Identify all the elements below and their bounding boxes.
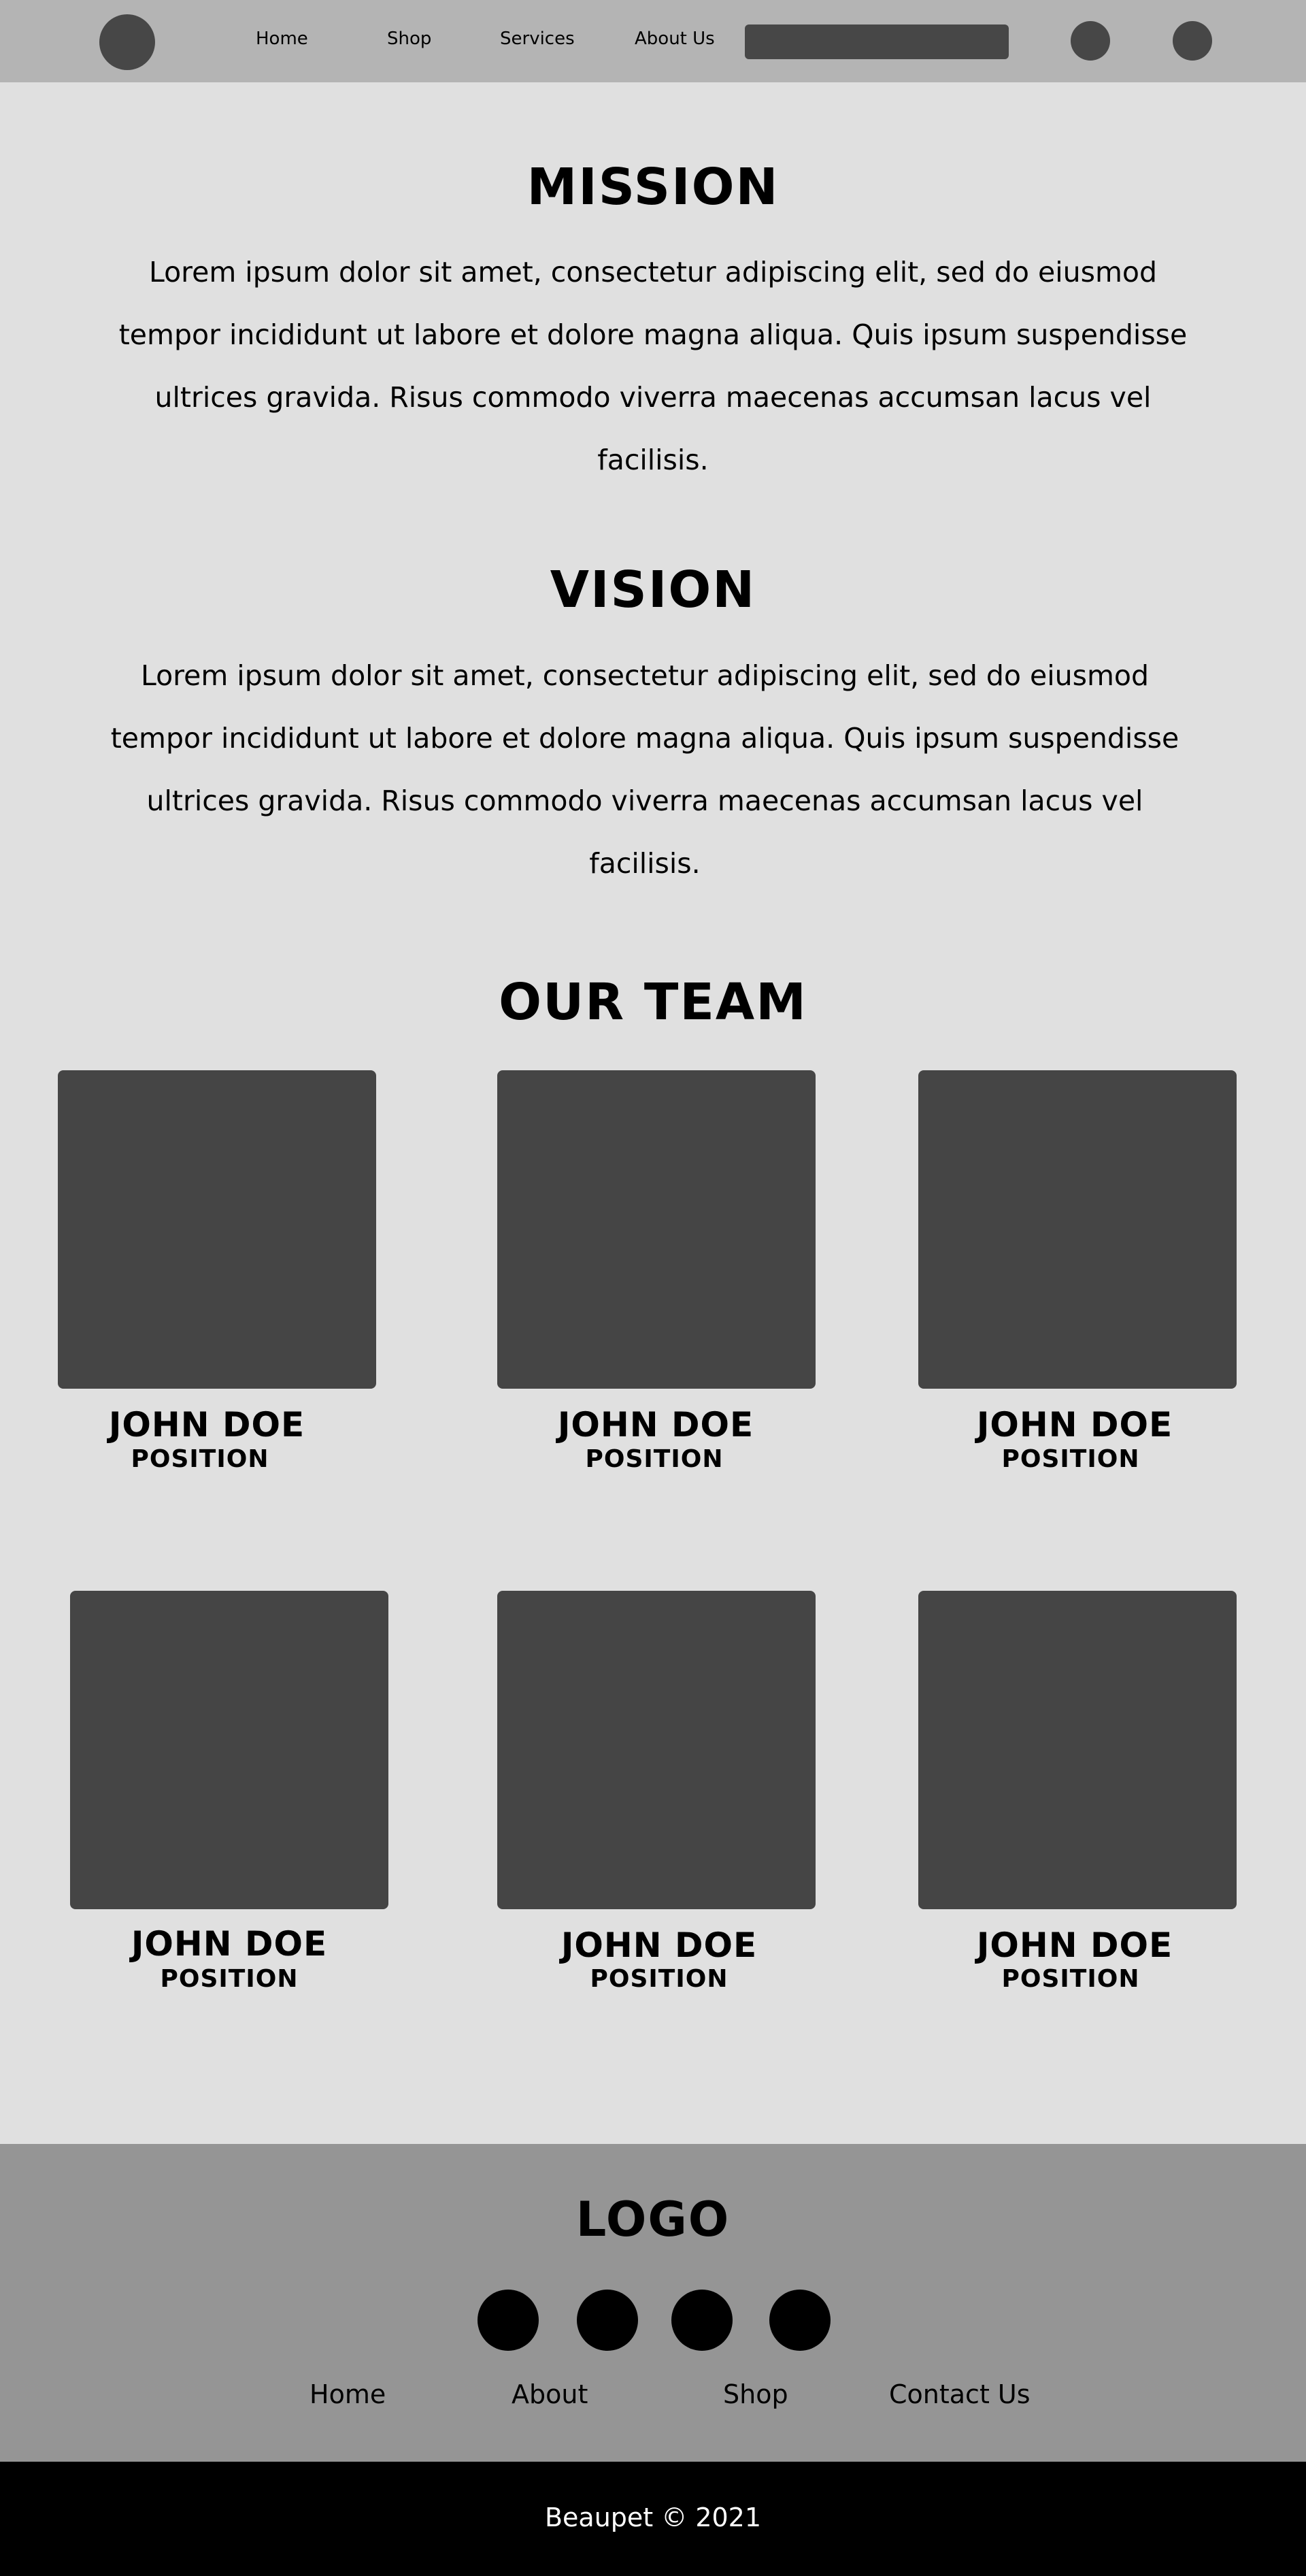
mission-title: MISSION: [526, 158, 780, 216]
copyright-bar: Beaupet © 2021: [0, 2462, 1306, 2576]
logo-circle-icon[interactable]: [99, 14, 155, 70]
team-title: OUR TEAM: [499, 973, 807, 1031]
member-position: POSITION: [590, 1965, 729, 1993]
footer-logo: LOGO: [575, 2192, 731, 2247]
vision-text: Lorem ipsum dolor sit amet, consectetur …: [110, 659, 1179, 880]
nav-shop[interactable]: Shop: [387, 29, 431, 49]
member-name: JOHN DOE: [131, 1924, 328, 1964]
vision-title: VISION: [550, 561, 756, 619]
member-photo: [497, 1070, 816, 1389]
social-icon-1[interactable]: [478, 2290, 539, 2351]
nav-services[interactable]: Services: [500, 29, 575, 49]
copyright-text: Beaupet © 2021: [544, 2503, 762, 2532]
member-photo: [918, 1070, 1237, 1389]
footer-link-about[interactable]: About: [512, 2379, 588, 2409]
member-name: JOHN DOE: [557, 1405, 754, 1444]
social-icon-4[interactable]: [769, 2290, 831, 2351]
member-photo: [497, 1591, 816, 1909]
member-position: POSITION: [160, 1965, 299, 1993]
social-icon-3[interactable]: [671, 2290, 733, 2351]
nav-about-us[interactable]: About Us: [635, 29, 715, 49]
member-name: JOHN DOE: [560, 1926, 758, 1965]
mission-text: Lorem ipsum dolor sit amet, consectetur …: [118, 256, 1188, 476]
member-position: POSITION: [1001, 1965, 1140, 1993]
search-input[interactable]: [745, 24, 1009, 59]
header-circle-icon-2[interactable]: [1173, 21, 1212, 61]
site-footer: LOGO Home About Shop Contact Us: [0, 2144, 1306, 2462]
member-photo: [58, 1070, 376, 1389]
member-photo: [70, 1591, 388, 1909]
member-position: POSITION: [1001, 1445, 1140, 1473]
member-name: JOHN DOE: [976, 1926, 1173, 1965]
site-header: Home Shop Services About Us: [0, 0, 1306, 82]
social-icon-2[interactable]: [577, 2290, 638, 2351]
header-circle-icon-1[interactable]: [1071, 21, 1110, 61]
footer-link-home[interactable]: Home: [309, 2379, 386, 2409]
member-photo: [918, 1591, 1237, 1909]
footer-link-contact-us[interactable]: Contact Us: [889, 2379, 1031, 2409]
nav-home[interactable]: Home: [256, 29, 308, 49]
member-position: POSITION: [131, 1445, 269, 1473]
footer-link-shop[interactable]: Shop: [723, 2379, 788, 2409]
member-position: POSITION: [585, 1445, 724, 1473]
member-name: JOHN DOE: [976, 1405, 1173, 1444]
member-name: JOHN DOE: [108, 1405, 305, 1444]
